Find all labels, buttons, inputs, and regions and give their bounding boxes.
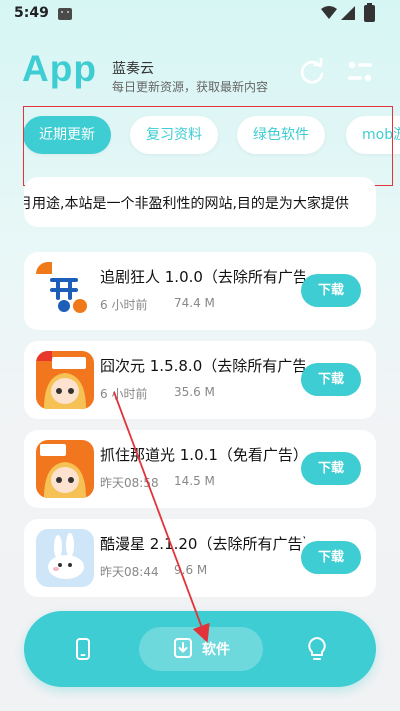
filter-icon[interactable] — [346, 60, 374, 84]
category-tabs: 近期更新 复习资料 绿色软件 mob游 — [23, 106, 400, 186]
download-button[interactable]: 下载 — [301, 363, 361, 396]
app-title: 囧次元 1.5.8.0（去除所有广告） — [100, 357, 305, 375]
phone-icon[interactable] — [76, 638, 90, 660]
wifi-icon — [321, 6, 337, 19]
app-time: 昨天08:44 — [100, 565, 159, 579]
tab-recent[interactable]: 近期更新 — [23, 116, 111, 154]
tab-green-software[interactable]: 绿色软件 — [237, 116, 325, 154]
download-button[interactable]: 下载 — [301, 452, 361, 485]
anime-girl-icon — [36, 351, 94, 409]
app-size: 74.4 M — [174, 296, 215, 310]
refresh-icon[interactable] — [298, 58, 326, 86]
battery-icon — [364, 3, 375, 22]
notice-card: 月用途,本站是一个非盈利性的网站,目的是为大家提供 — [24, 177, 376, 227]
app-title: 抓住那道光 1.0.1（免看广告） — [100, 446, 305, 464]
download-icon — [174, 638, 192, 658]
download-button[interactable]: 下载 — [301, 541, 361, 574]
android-notification-icon — [58, 8, 72, 20]
app-description: 每日更新资源，获取最新内容 — [112, 80, 269, 94]
app-name: 蓝奏云 — [112, 61, 154, 77]
app-logo: App — [22, 48, 97, 89]
app-time: 6 小时前 — [100, 387, 148, 401]
status-time: 5:49 — [14, 5, 49, 21]
app-time: 6 小时前 — [100, 298, 148, 312]
app-size: 35.6 M — [174, 385, 215, 399]
anime-girl-icon — [36, 440, 94, 498]
tab-study-materials[interactable]: 复习资料 — [130, 116, 218, 154]
nav-item-software[interactable]: 软件 — [139, 627, 263, 671]
list-item[interactable]: 抓住那道光 1.0.1（免看广告） 昨天08:58 14.5 M 下载 — [24, 430, 376, 508]
drama-app-icon — [36, 262, 94, 320]
app-size: 9.6 M — [174, 563, 208, 577]
list-item[interactable]: 追剧狂人 1.0.0（去除所有广告） 6 小时前 74.4 M 下载 — [24, 252, 376, 330]
notice-text: 月用途,本站是一个非盈利性的网站,目的是为大家提供 — [24, 196, 349, 212]
app-size: 14.5 M — [174, 474, 215, 488]
app-time: 昨天08:58 — [100, 476, 159, 490]
app-title: 酷漫星 2.1.20（去除所有广告） — [100, 535, 305, 553]
lightbulb-icon[interactable] — [308, 637, 326, 661]
list-item[interactable]: 囧次元 1.5.8.0（去除所有广告） 6 小时前 35.6 M 下载 — [24, 341, 376, 419]
bottom-nav: 软件 — [24, 611, 376, 687]
tab-mob-games[interactable]: mob游 — [346, 116, 400, 154]
app-title: 追剧狂人 1.0.0（去除所有广告） — [100, 268, 305, 286]
status-bar: 5:49 — [0, 0, 400, 30]
signal-icon — [341, 6, 355, 20]
nav-software-label: 软件 — [202, 642, 230, 658]
download-button[interactable]: 下载 — [301, 274, 361, 307]
list-item[interactable]: 酷漫星 2.1.20（去除所有广告） 昨天08:44 9.6 M 下载 — [24, 519, 376, 597]
rabbit-icon — [36, 529, 94, 587]
